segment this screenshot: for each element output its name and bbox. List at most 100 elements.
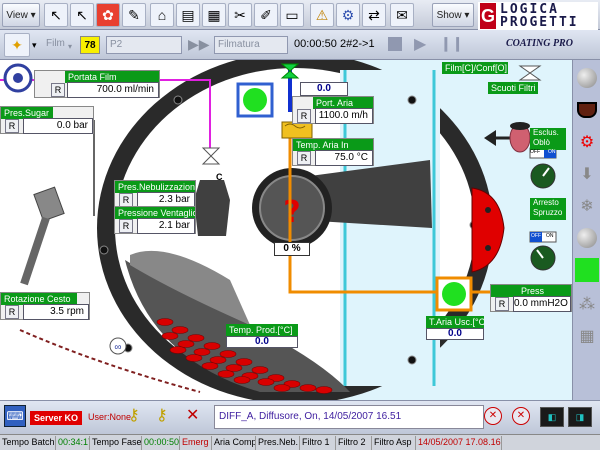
cancel-tool-icon[interactable]: ✕ xyxy=(186,405,199,425)
port-aria-reset-button[interactable]: R xyxy=(297,109,311,123)
emerg-indicator: Emerg xyxy=(180,436,212,450)
phase-timer: 00:00:50 xyxy=(294,38,337,50)
pressione-ventaglio-reset-button[interactable]: R xyxy=(119,219,133,233)
logout-key-icon[interactable]: ⚷ xyxy=(156,405,168,425)
show-menu-label: Show xyxy=(436,9,462,21)
portata-film-reset-button[interactable]: R xyxy=(51,83,65,97)
pres-neb-indicator: Pres.Neb. xyxy=(256,436,300,450)
port-aria-widget: Port. Aria R 1100.0 m/h xyxy=(292,96,374,124)
rotazione-cesto-value[interactable]: 3.5 rpm xyxy=(23,304,89,320)
temp-prod-label: Temp. Prod.[°C] xyxy=(226,324,298,336)
arresto-spruzzo-knob[interactable] xyxy=(531,246,555,270)
film-dropdown-icon[interactable]: ▾ xyxy=(68,42,72,51)
server-status-badge: Server KO xyxy=(30,411,82,425)
phase-select[interactable]: Filmatura xyxy=(214,36,288,54)
grid-tool-icon[interactable]: ▦ xyxy=(575,322,599,350)
tempo-fase-label: Tempo Fase xyxy=(90,436,142,450)
status-bar: Tempo Batch 00:34:17 Tempo Fase 00:00:50… xyxy=(0,434,600,450)
pause-icon[interactable]: ❙❙ xyxy=(440,35,463,52)
down-arrow-icon[interactable]: ⬇ xyxy=(575,160,599,188)
grid-icon[interactable]: ▦ xyxy=(202,3,226,27)
chevron-down-icon[interactable]: ▾ xyxy=(32,40,37,51)
film-conf-label: Film[C]/Conf[O] xyxy=(442,62,508,74)
filtro-asp-indicator: Filtro Asp xyxy=(372,436,416,450)
screen-prev-icon[interactable]: ◧ xyxy=(540,407,564,427)
pres-nebulizzazione-reset-button[interactable]: R xyxy=(119,193,133,207)
view-menu-button[interactable]: View ▾ xyxy=(2,3,40,27)
sphere-icon[interactable] xyxy=(575,224,599,252)
screen-next-icon[interactable]: ◨ xyxy=(568,407,592,427)
main-toolbar: View ▾ ↖ ↖ ✿ ✎ ⌂ ▤ ▦ ✂ ✐ ▭ ⚠ ⚙ ⇄ ✉ Show … xyxy=(0,0,600,30)
press-widget: Press R 0.0 mmH2O xyxy=(490,284,572,312)
batch-number: 78 xyxy=(80,36,100,54)
select-tool-icon[interactable]: ↖ xyxy=(44,3,68,27)
nozzle-label: C xyxy=(216,172,223,182)
dust-icon[interactable]: ⁂ xyxy=(575,290,599,318)
login-key-icon[interactable]: ⚷ xyxy=(128,405,140,425)
coating-pro-window: View ▾ ↖ ↖ ✿ ✎ ⌂ ▤ ▦ ✂ ✐ ▭ ⚠ ⚙ ⇄ ✉ Show … xyxy=(0,0,600,450)
recipe-icon[interactable]: ✿ xyxy=(96,3,120,27)
chart-icon[interactable]: ▤ xyxy=(176,3,200,27)
green-status-icon[interactable] xyxy=(575,256,599,284)
pres-sugar-value[interactable]: 0.0 bar xyxy=(23,118,93,134)
rotazione-cesto-reset-button[interactable]: R xyxy=(5,305,19,319)
film-label: Film xyxy=(46,38,65,49)
step-indicator: 2#2->1 xyxy=(340,38,375,50)
alarm-ack-icon[interactable]: ✕ xyxy=(484,407,502,425)
logo-line2: PROGETTI xyxy=(500,15,579,30)
temp-prod-value: 0.0 xyxy=(226,336,298,348)
transfer-icon[interactable]: ⇄ xyxy=(362,3,386,27)
alarm-warning-icon[interactable]: ⚠ xyxy=(310,3,334,27)
pressione-ventaglio-value[interactable]: 2.1 bar xyxy=(137,218,195,234)
pan-icon[interactable] xyxy=(575,96,599,124)
portata-film-widget: Portata Film R 700.0 ml/min xyxy=(34,70,160,98)
snow-icon[interactable]: ❄ xyxy=(575,192,599,220)
temp-aria-in-reset-button[interactable]: R xyxy=(297,151,311,165)
temp-aria-in-value[interactable]: 75.0 °C xyxy=(315,150,373,166)
show-menu-button[interactable]: Show ▾ xyxy=(432,3,474,27)
fast-forward-icon[interactable]: ▶▶ xyxy=(188,36,210,53)
keyboard-icon[interactable]: ⌨ xyxy=(4,405,26,427)
rotazione-cesto-widget: Rotazione Cesto R 3.5 rpm xyxy=(0,292,90,320)
pres-nebulizzazione-widget: Pres.Nebulizzazione R 2.3 bar xyxy=(114,180,196,208)
press-reset-button[interactable]: R xyxy=(495,297,509,311)
program-select[interactable]: P2 xyxy=(106,36,182,54)
esclus-oblo-off-label: OFF xyxy=(530,149,540,155)
folder-icon[interactable]: ▭ xyxy=(280,3,304,27)
tempo-batch-label: Tempo Batch xyxy=(0,436,56,450)
spray-gun-icon[interactable]: ✦ xyxy=(4,33,30,57)
pres-sugar-widget: Pres.Sugar R 0.0 bar xyxy=(0,106,94,134)
alarm-reset-icon[interactable]: ✕ xyxy=(512,407,530,425)
coating-synoptic: ? ∞ C Portata Film R 700.0 ml/min Pres.S… xyxy=(0,60,572,400)
arresto-spruzzo-on-label: ON xyxy=(546,233,554,239)
right-tool-bar: ⚙ ⬇ ❄ ⁂ ▦ xyxy=(572,60,600,400)
spray-settings-icon[interactable]: ⚙ xyxy=(575,128,599,156)
press-value[interactable]: 0.0 mmH2O xyxy=(513,296,571,312)
settings-gear-icon[interactable]: ⚙ xyxy=(336,3,360,27)
top-flow-value: 0.0 xyxy=(300,82,348,96)
stop-icon[interactable] xyxy=(388,37,402,51)
multi-select-icon[interactable]: ↖ xyxy=(70,3,94,27)
pres-sugar-reset-button[interactable]: R xyxy=(5,119,19,133)
t-aria-usc-value: 0.0 xyxy=(426,328,484,340)
maintenance-icon[interactable]: ✂ xyxy=(228,3,252,27)
svg-text:?: ? xyxy=(283,195,300,230)
pressione-ventaglio-widget: Pressione Ventaglio R 2.1 bar xyxy=(114,206,196,234)
scuoti-filtri-label[interactable]: Scuoti Filtri xyxy=(488,82,538,94)
port-aria-value[interactable]: 1100.0 m/h xyxy=(315,108,373,124)
process-toolbar: ✦ ▾ Film ▾ 78 P2 ▶▶ Filmatura 00:00:50 2… xyxy=(0,30,600,60)
tools-icon[interactable]: ✎ xyxy=(122,3,146,27)
esclus-oblo-on-label: ON xyxy=(548,149,556,155)
portata-film-value[interactable]: 700.0 ml/min xyxy=(67,82,159,98)
logo-mark: G xyxy=(480,3,496,29)
esclus-oblo-label: Esclus. Oblò xyxy=(530,128,566,150)
edit-icon[interactable]: ✐ xyxy=(254,3,278,27)
bottom-bar: ⌨ Server KO User:None ⚷ ⚷ ✕ DIFF_A, Diff… xyxy=(0,400,600,434)
gray-sphere-icon[interactable] xyxy=(575,64,599,92)
arresto-spruzzo-off-label: OFF xyxy=(531,233,541,239)
home-icon[interactable]: ⌂ xyxy=(150,3,174,27)
report-icon[interactable]: ✉ xyxy=(390,3,414,27)
esclus-oblo-knob[interactable] xyxy=(531,164,555,188)
svg-text:∞: ∞ xyxy=(114,342,121,353)
play-icon[interactable]: ▶ xyxy=(414,34,426,54)
